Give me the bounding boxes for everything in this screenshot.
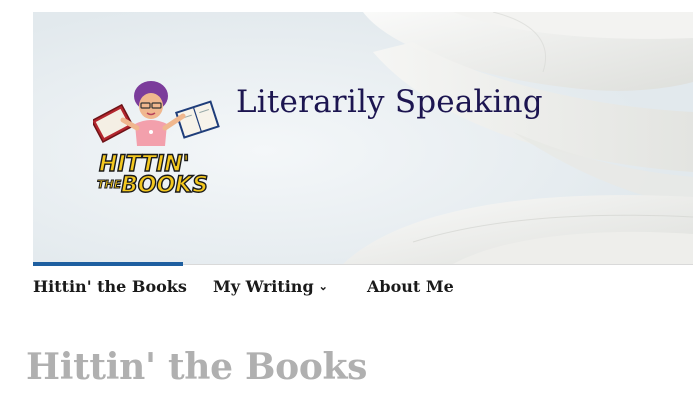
header-banner: HITTIN' THE BOOKS Literarily Speaking: [33, 12, 693, 264]
logo-text-books: BOOKS: [121, 173, 208, 198]
site-title[interactable]: Literarily Speaking: [236, 84, 543, 120]
chevron-down-icon[interactable]: ⌄: [319, 280, 328, 293]
nav-item-label: About Me: [367, 277, 454, 296]
main-navigation: Hittin' the Books My Writing ⌄ About Me: [33, 262, 693, 309]
bitmoji-reader-icon: HITTIN' THE BOOKS: [90, 81, 220, 199]
active-nav-indicator: [33, 262, 183, 266]
nav-item-label: My Writing: [213, 277, 314, 296]
nav-item-my-writing[interactable]: My Writing ⌄: [213, 277, 328, 296]
logo-text-the: THE: [97, 178, 122, 191]
nav-item-about-me[interactable]: About Me: [367, 277, 454, 296]
site-logo[interactable]: HITTIN' THE BOOKS: [90, 76, 223, 206]
nav-item-label: Hittin' the Books: [33, 277, 187, 296]
nav-item-hittin-the-books[interactable]: Hittin' the Books: [33, 277, 187, 296]
page-title: Hittin' the Books: [26, 346, 368, 388]
